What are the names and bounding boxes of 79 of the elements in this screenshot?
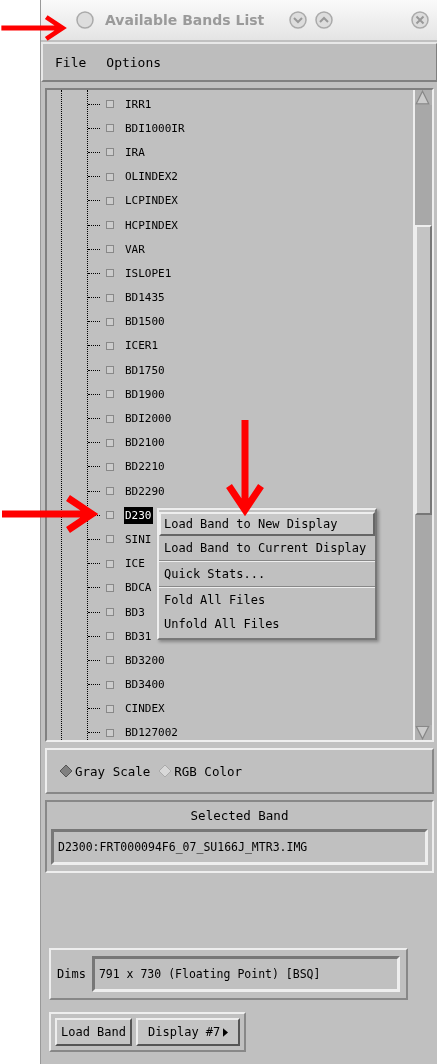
leaf-icon xyxy=(106,124,114,133)
tree-item[interactable]: BD1500 xyxy=(124,313,166,331)
tree-item[interactable]: ICE xyxy=(124,555,146,573)
leaf-icon xyxy=(106,608,114,617)
leaf-icon xyxy=(106,366,114,375)
caret-icon xyxy=(223,1027,229,1037)
radio-option[interactable]: RGB Color xyxy=(158,763,242,779)
tree-item[interactable]: BD1435 xyxy=(124,289,166,307)
tree-item[interactable]: SINI xyxy=(124,530,153,548)
window-title: Available Bands List xyxy=(105,12,265,28)
menu-item[interactable]: Load Band to Current Display xyxy=(159,536,375,560)
menu-item[interactable]: Fold All Files xyxy=(159,588,375,612)
tree-item[interactable]: OLINDEX2 xyxy=(124,168,179,186)
tree-item[interactable]: BD127002 xyxy=(124,724,179,740)
menu-item[interactable]: Unfold All Files xyxy=(159,612,375,636)
tree-item[interactable]: BD3200 xyxy=(124,651,166,669)
leaf-icon xyxy=(106,148,114,157)
leaf-icon xyxy=(106,656,114,665)
tree-item[interactable]: ICER1 xyxy=(124,337,160,355)
leaf-icon xyxy=(106,632,114,641)
tree-item[interactable]: BD2290 xyxy=(124,482,166,500)
radio-option[interactable]: Gray Scale xyxy=(59,763,151,779)
leaf-icon xyxy=(106,728,114,737)
leaf-icon xyxy=(106,293,114,302)
minimize-icon[interactable] xyxy=(288,10,309,30)
selected-band-field[interactable]: D2300:FRT000094F6_07_SU166J_MTR3.IMG xyxy=(51,829,428,865)
tree-item[interactable]: D230 xyxy=(124,506,153,524)
leaf-icon xyxy=(106,535,114,544)
radio-selected-icon[interactable] xyxy=(59,764,73,778)
leaf-icon xyxy=(106,438,114,447)
leaf-icon xyxy=(106,487,114,496)
tree-item[interactable]: BD1750 xyxy=(124,361,166,379)
leaf-icon xyxy=(106,583,114,592)
tree-item[interactable]: IRA xyxy=(124,143,146,161)
close-icon[interactable] xyxy=(410,10,430,30)
tree-item[interactable]: BDI2000 xyxy=(124,410,173,428)
section-heading: Selected Band xyxy=(189,808,290,823)
leaf-icon xyxy=(106,221,114,230)
tree-item[interactable]: BD3 xyxy=(124,603,146,621)
display-button[interactable]: Display #7 xyxy=(136,1018,241,1046)
tree-item[interactable]: BD31 xyxy=(124,627,153,645)
tree-item[interactable]: LCPINDEX xyxy=(124,192,179,210)
leaf-icon xyxy=(106,704,114,713)
tree-item[interactable]: BD3400 xyxy=(124,676,166,694)
tree-item[interactable]: BDCA xyxy=(124,579,153,597)
window-menu-icon[interactable] xyxy=(75,10,95,30)
leaf-icon xyxy=(106,245,114,254)
scroll-thumb[interactable] xyxy=(415,225,432,515)
leaf-icon xyxy=(106,511,114,520)
tree-item[interactable]: BD2100 xyxy=(124,434,166,452)
tree-item[interactable]: CINDEX xyxy=(124,700,166,718)
menu-item[interactable]: File xyxy=(55,54,87,70)
tree-item[interactable]: BD2210 xyxy=(124,458,166,476)
radio-unselected-icon[interactable] xyxy=(158,764,173,778)
leaf-icon xyxy=(106,341,114,350)
menu-item[interactable]: Load Band to New Display xyxy=(159,512,375,536)
maximize-icon[interactable] xyxy=(314,10,335,30)
tree-item[interactable]: BD1900 xyxy=(124,385,166,403)
leaf-icon xyxy=(106,172,114,181)
tree-item[interactable]: BDI1000IR xyxy=(124,119,186,137)
menu-item[interactable]: Options xyxy=(106,54,162,70)
load-band-button[interactable]: Load Band xyxy=(55,1018,133,1046)
leaf-icon xyxy=(106,269,114,278)
leaf-icon xyxy=(106,390,114,399)
leaf-icon xyxy=(106,462,114,471)
leaf-icon xyxy=(106,414,114,423)
scrollbar[interactable] xyxy=(413,90,432,740)
dims-field[interactable]: 791 x 730 (Floating Point) [BSQ] xyxy=(91,956,400,992)
leaf-icon xyxy=(106,196,114,205)
menu-item[interactable]: Quick Stats... xyxy=(159,562,375,586)
tree-item[interactable]: IRR1 xyxy=(124,95,153,113)
tree-item[interactable]: ISLOPE1 xyxy=(124,264,173,282)
tree-item[interactable]: VAR xyxy=(124,240,146,258)
leaf-icon xyxy=(106,559,114,568)
leaf-icon xyxy=(106,317,114,326)
leaf-icon xyxy=(106,100,114,109)
leaf-icon xyxy=(106,680,114,689)
tree-item[interactable]: HCPINDEX xyxy=(124,216,179,234)
dims-label: Dims xyxy=(57,967,86,981)
